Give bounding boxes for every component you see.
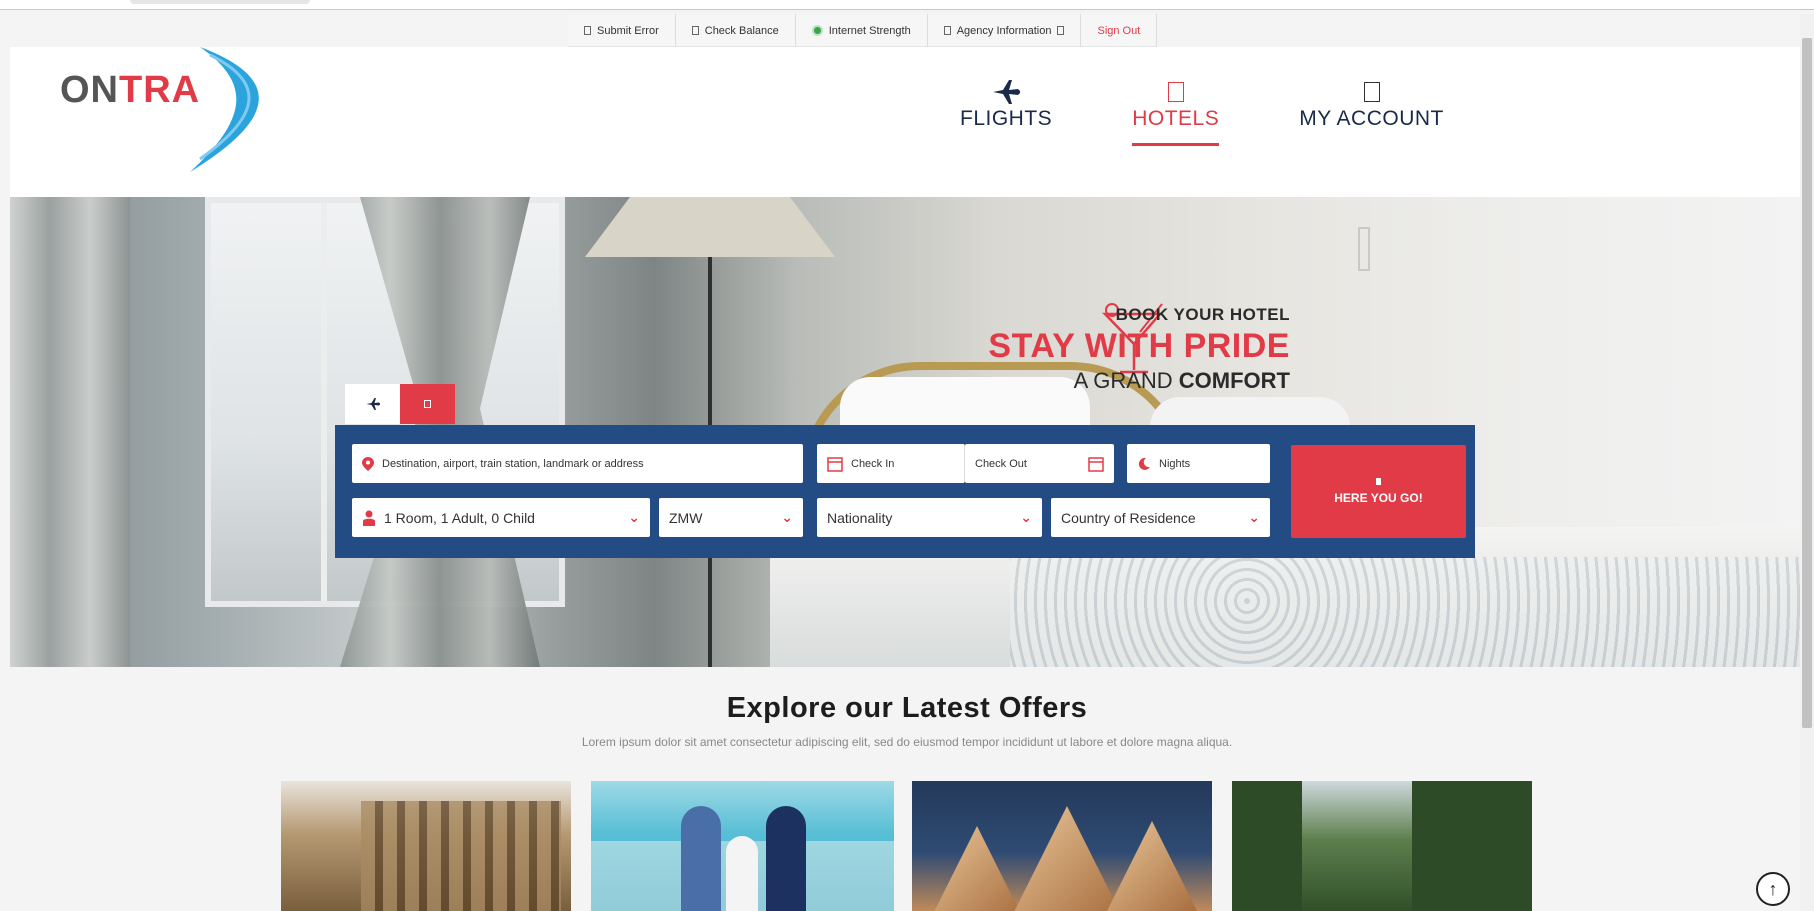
square-icon (691, 26, 699, 35)
airplane-icon (366, 398, 380, 410)
logo-swoosh-icon (190, 47, 259, 172)
search-tabs (345, 384, 455, 424)
offer-image-child (726, 836, 758, 911)
search-tab-hotels[interactable] (400, 384, 455, 424)
nav-hotels[interactable]: HOTELS (1132, 77, 1220, 146)
hero-tagline: BOOK YOUR HOTEL STAY WITH PRIDE A GRAND … (988, 305, 1290, 394)
moon-icon (1138, 457, 1150, 470)
check-balance-link[interactable]: Check Balance (676, 14, 796, 47)
nights-label: Nights (1159, 457, 1191, 470)
offer-image-opera-shell (1107, 821, 1197, 911)
rooms-guests-value: 1 Room, 1 Adult, 0 Child (384, 509, 535, 526)
logo-wordmark: ONTRA (60, 69, 200, 112)
submit-error-label: Submit Error (597, 24, 659, 37)
residence-value: Country of Residence (1061, 509, 1196, 526)
agency-information-link[interactable]: Agency Information (928, 14, 1082, 47)
offer-image-building (361, 801, 561, 911)
rooms-guests-select[interactable]: 1 Room, 1 Adult, 0 Child ⌄ (352, 498, 650, 537)
logo-text-on: ON (60, 69, 119, 111)
hotel-icon (1167, 77, 1184, 107)
hero-bg-curtain-left (10, 197, 130, 667)
hero-line-grand-comfort: A GRAND COMFORT (988, 368, 1290, 394)
page-scrollbar[interactable] (1800, 14, 1814, 911)
internet-strength-indicator[interactable]: Internet Strength (796, 14, 928, 47)
ontra-logo[interactable]: ONTRA (50, 47, 290, 177)
search-submit-button[interactable]: HERE YOU GO! (1291, 445, 1466, 538)
offers-title: Explore our Latest Offers (726, 692, 1088, 724)
calendar-icon (827, 456, 843, 472)
offer-image-cliff (1412, 781, 1532, 911)
chevron-down-icon: ⌄ (1020, 509, 1032, 525)
logo-text-tra: TRA (119, 69, 201, 111)
account-icon (1363, 77, 1380, 107)
offer-card[interactable] (591, 781, 894, 911)
page: Submit Error Check Balance Internet Stre… (0, 0, 1814, 911)
site-header: ONTRA FLIGHTS HOTELS MY ACCOUNT (10, 47, 1800, 197)
search-submit-label: HERE YOU GO! (1334, 491, 1423, 505)
person-icon (363, 510, 375, 526)
hero-bg-lamp (585, 197, 835, 257)
offer-card[interactable] (1232, 781, 1532, 911)
destination-placeholder: Destination, airport, train station, lan… (382, 457, 644, 470)
agency-information-label: Agency Information (956, 24, 1052, 37)
sign-out-link[interactable]: Sign Out (1081, 14, 1158, 47)
hero-line3-regular: A GRAND (1073, 368, 1179, 393)
utility-bar: Submit Error Check Balance Internet Stre… (568, 14, 1158, 47)
offer-card[interactable] (281, 781, 571, 911)
check-balance-label: Check Balance (704, 24, 779, 37)
back-to-top-button[interactable]: ↑ (1756, 872, 1790, 906)
main-nav: FLIGHTS HOTELS MY ACCOUNT (960, 77, 1444, 146)
hero-bg-switch (1358, 227, 1370, 271)
nationality-value: Nationality (827, 509, 893, 526)
nav-flights-label: FLIGHTS (960, 107, 1053, 130)
search-tab-flights[interactable] (345, 384, 400, 424)
hero-line-stay-with-pride: STAY WITH PRIDE (988, 327, 1290, 365)
submit-error-link[interactable]: Submit Error (568, 14, 676, 47)
search-icon (1376, 478, 1381, 485)
arrow-up-icon: ↑ (1768, 878, 1778, 899)
hero-line-book-your-hotel: BOOK YOUR HOTEL (1115, 305, 1290, 324)
currency-select[interactable]: ZMW ⌄ (659, 498, 803, 537)
offer-image-person (766, 806, 806, 911)
hero-banner: BOOK YOUR HOTEL STAY WITH PRIDE A GRAND … (10, 197, 1800, 667)
nav-hotels-label: HOTELS (1132, 107, 1220, 130)
residence-select[interactable]: Country of Residence ⌄ (1051, 498, 1270, 537)
offers-subtitle: Lorem ipsum dolor sit amet consectetur a… (581, 735, 1233, 749)
hero-bg-bedspread (1010, 557, 1800, 667)
nights-field[interactable]: Nights (1127, 444, 1270, 483)
chevron-down-icon: ⌄ (1248, 509, 1260, 525)
hero-line3-bold: COMFORT (1178, 368, 1290, 393)
offer-image-cliff (1232, 781, 1302, 911)
chevron-square-icon (1057, 26, 1065, 35)
airplane-icon (991, 77, 1021, 107)
calendar-icon (1088, 456, 1104, 472)
nav-my-account[interactable]: MY ACCOUNT (1299, 77, 1444, 146)
offer-card[interactable] (912, 781, 1212, 911)
chevron-down-icon: ⌄ (628, 509, 640, 525)
chevron-down-icon: ⌄ (781, 509, 793, 525)
hotel-search-form: Destination, airport, train station, lan… (335, 425, 1475, 558)
nationality-select[interactable]: Nationality ⌄ (817, 498, 1042, 537)
browser-tab[interactable] (130, 0, 310, 4)
currency-value: ZMW (669, 509, 703, 526)
offer-image-opera-shell (1012, 806, 1122, 911)
destination-input[interactable]: Destination, airport, train station, lan… (352, 444, 803, 483)
check-out-label: Check Out (975, 457, 1027, 470)
nav-flights[interactable]: FLIGHTS (960, 77, 1052, 146)
sign-out-label: Sign Out (1097, 24, 1141, 37)
check-in-field[interactable]: Check In (817, 444, 965, 483)
check-out-field[interactable]: Check Out (965, 444, 1114, 483)
location-pin-icon (362, 456, 374, 471)
scrollbar-thumb[interactable] (1802, 38, 1812, 728)
square-icon (943, 26, 951, 35)
signal-dot-icon (811, 25, 823, 36)
hotel-icon (424, 400, 431, 408)
nav-my-account-label: MY ACCOUNT (1299, 107, 1444, 130)
internet-strength-label: Internet Strength (828, 24, 911, 37)
square-icon (584, 26, 591, 35)
offer-image-person (681, 806, 721, 911)
browser-top-strip (0, 0, 1814, 10)
offer-image-opera-shell (932, 826, 1022, 911)
check-in-label: Check In (851, 457, 895, 470)
